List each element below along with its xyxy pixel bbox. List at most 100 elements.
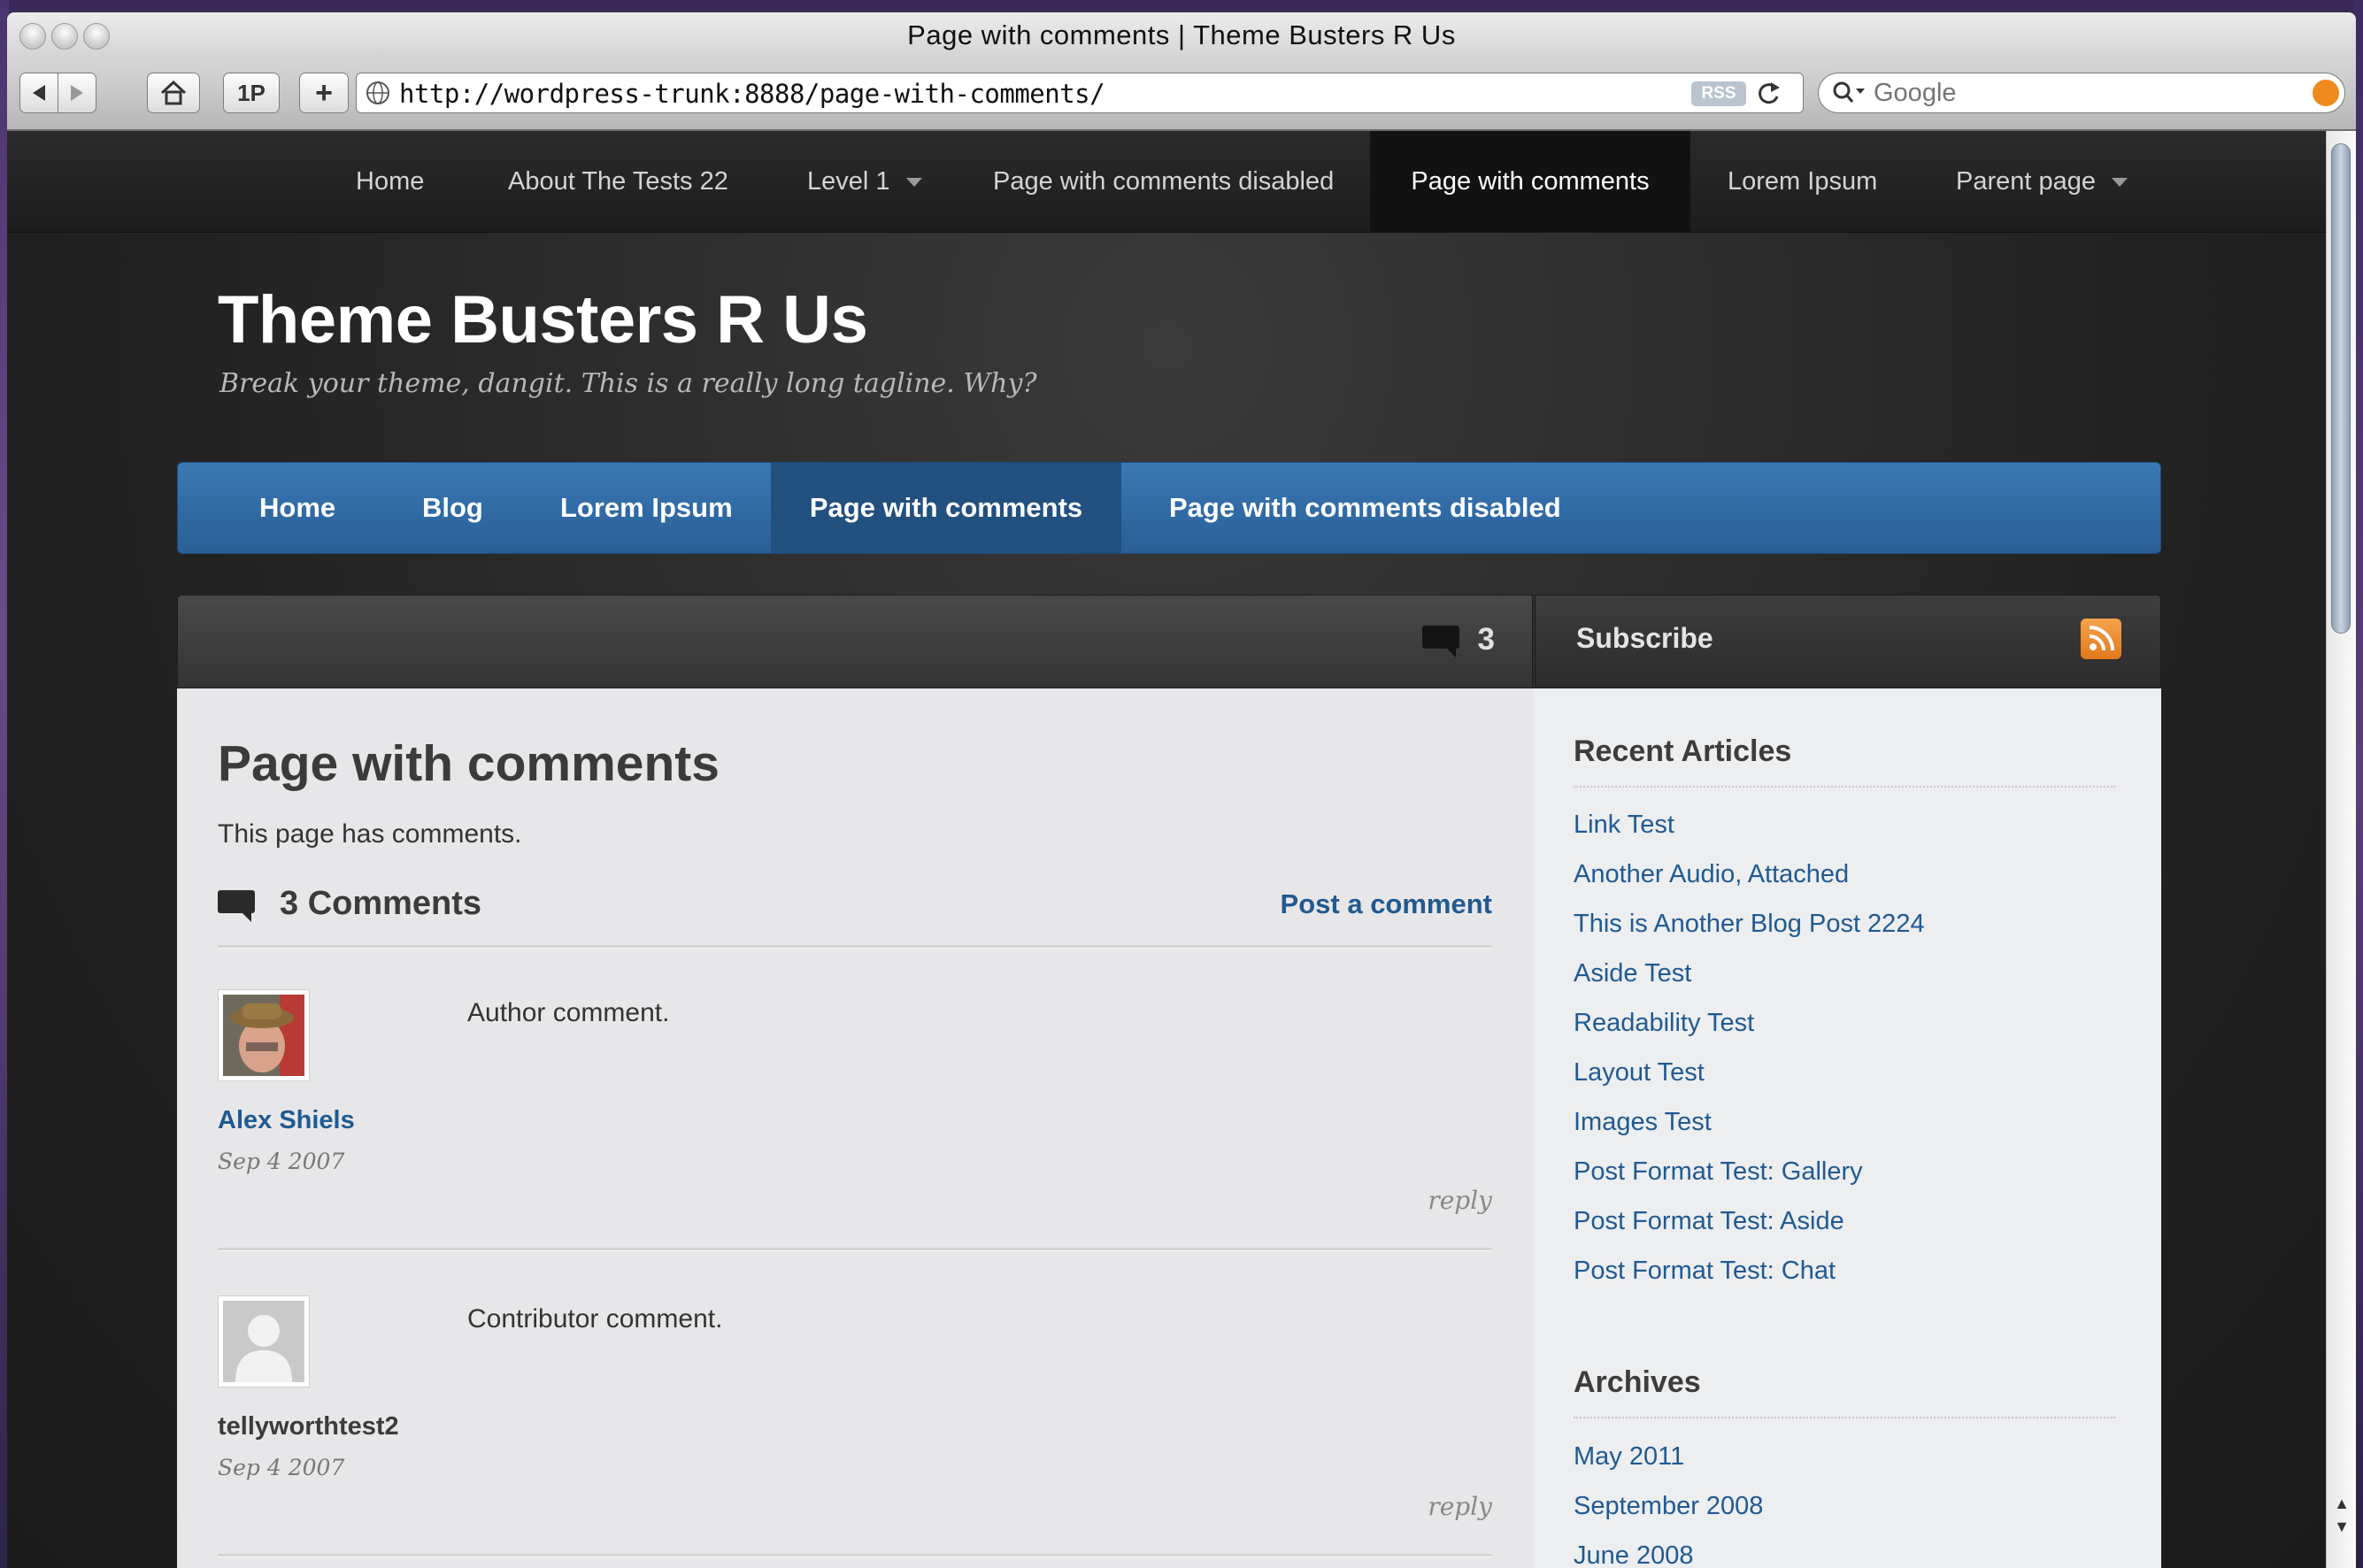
divider: [218, 945, 1492, 949]
archive-link[interactable]: May 2011: [1574, 1432, 1763, 1481]
browser-toolbar: 1P + http://wordpress-trunk:8888/page-wi…: [7, 60, 2356, 131]
comments-title: 3 Comments: [280, 885, 482, 922]
site-tagline: Break your theme, dangit. This is a real…: [219, 368, 1037, 399]
recent-article-link[interactable]: Another Audio, Attached: [1574, 849, 1925, 899]
scroll-down-arrow-icon[interactable]: ▼: [2332, 1517, 2351, 1536]
recent-article-link[interactable]: Post Format Test: Gallery: [1574, 1147, 1925, 1196]
web-page: Home About The Tests 22 Level 1 Page wit…: [7, 131, 2326, 1568]
recent-articles-title: Recent Articles: [1574, 734, 1792, 768]
forward-arrow-icon: [71, 85, 83, 101]
topnav-item-page-with-comments[interactable]: Page with comments: [1370, 131, 1690, 232]
title-bar: Page with comments | Theme Busters R Us: [7, 12, 2356, 60]
avatar[interactable]: [218, 1295, 310, 1387]
recent-article-link[interactable]: Layout Test: [1574, 1048, 1925, 1097]
topnav-label: About The Tests 22: [508, 167, 728, 196]
comments-heading: 3 Comments Post a comment: [218, 883, 1492, 927]
main-content: Page with comments This page has comment…: [177, 688, 1533, 1568]
chevron-down-icon: [2112, 178, 2128, 188]
chevron-down-icon: [905, 178, 922, 188]
comment-body: Author comment.: [467, 998, 670, 1027]
topnav-label: Page with comments: [1411, 167, 1650, 196]
archive-link[interactable]: June 2008: [1574, 1531, 1763, 1568]
url-text[interactable]: http://wordpress-trunk:8888/page-with-co…: [399, 79, 1105, 109]
post-comment-link[interactable]: Post a comment: [1281, 888, 1492, 920]
comment-body: Contributor comment.: [467, 1304, 723, 1334]
mainnav-item-page-with-comments-disabled[interactable]: Page with comments disabled: [1169, 463, 1561, 553]
window-title: Page with comments | Theme Busters R Us: [907, 19, 1456, 50]
vertical-scrollbar[interactable]: ▲ ▼: [2326, 131, 2356, 1568]
divider: [218, 1248, 1492, 1251]
search-snapback-icon[interactable]: [2313, 80, 2339, 106]
comment-bubble-icon[interactable]: [1422, 626, 1459, 657]
home-button[interactable]: [147, 73, 200, 113]
topnav-label: Home: [356, 167, 425, 196]
archives-title: Archives: [1574, 1365, 1701, 1399]
comment-author[interactable]: tellyworthtest2: [218, 1412, 399, 1441]
default-avatar-icon: [223, 1301, 304, 1382]
topnav-item-page-with-comments-disabled[interactable]: Page with comments disabled: [993, 131, 1334, 232]
site-title[interactable]: Theme Busters R Us: [218, 281, 868, 358]
page-body-text: This page has comments.: [218, 819, 522, 849]
home-icon: [160, 80, 187, 105]
recent-article-link[interactable]: This is Another Blog Post 2224: [1574, 899, 1925, 949]
search-field[interactable]: [1818, 73, 2345, 113]
topnav-item-level-1[interactable]: Level 1: [807, 131, 922, 232]
browser-window: Page with comments | Theme Busters R Us …: [7, 12, 2356, 1568]
sidebar-header-bar: Subscribe: [1535, 595, 2161, 688]
recent-article-link[interactable]: Link Test: [1574, 800, 1925, 849]
topnav-label: Parent page: [1956, 167, 2097, 196]
add-bookmark-button[interactable]: +: [299, 73, 349, 113]
forward-button[interactable]: [58, 73, 96, 113]
mainnav-item-page-with-comments[interactable]: Page with comments: [771, 463, 1121, 553]
recent-article-link[interactable]: Readability Test: [1574, 998, 1925, 1048]
avatar-photo-icon: [223, 995, 304, 1076]
comment-date: Sep 4 2007: [218, 1455, 345, 1480]
reply-link[interactable]: reply: [1428, 1186, 1492, 1215]
recent-article-link[interactable]: Post Format Test: Aside: [1574, 1196, 1925, 1246]
rss-badge[interactable]: RSS: [1691, 81, 1746, 106]
recent-article-link[interactable]: Images Test: [1574, 1097, 1925, 1147]
reload-icon[interactable]: [1753, 79, 1783, 109]
archive-link[interactable]: September 2008: [1574, 1481, 1763, 1531]
topnav-item-home[interactable]: Home: [356, 131, 424, 232]
divider: [218, 1554, 1492, 1557]
scroll-up-arrow-icon[interactable]: ▲: [2332, 1494, 2351, 1513]
widget-divider: [1574, 786, 2115, 788]
rss-glyph-icon: [2089, 626, 2114, 651]
topnav-label: Level 1: [807, 167, 890, 196]
mainnav-item-blog[interactable]: Blog: [422, 463, 524, 553]
archives-list: May 2011 September 2008 June 2008: [1574, 1432, 1763, 1568]
comment-author[interactable]: Alex Shiels: [218, 1106, 355, 1135]
address-bar[interactable]: http://wordpress-trunk:8888/page-with-co…: [356, 73, 1804, 113]
reply-link[interactable]: reply: [1428, 1492, 1492, 1521]
recent-article-link[interactable]: Post Format Test: Chat: [1574, 1246, 1925, 1295]
scrollbar-thumb[interactable]: [2331, 143, 2351, 634]
topnav-item-lorem-ipsum[interactable]: Lorem Ipsum: [1728, 131, 1877, 232]
globe-icon: [366, 81, 389, 104]
sidebar: Recent Articles Link Test Another Audio,…: [1533, 688, 2161, 1568]
search-input[interactable]: [1874, 79, 2281, 108]
topnav-item-parent-page[interactable]: Parent page: [1956, 131, 2128, 232]
page-title: Page with comments: [218, 735, 720, 792]
mainnav-item-lorem-ipsum[interactable]: Lorem Ipsum: [560, 463, 774, 553]
comments-bubble-icon: [218, 890, 255, 922]
topnav-item-about-the-tests[interactable]: About The Tests 22: [508, 131, 728, 232]
back-button[interactable]: [19, 73, 58, 113]
comment-count[interactable]: 3: [1478, 622, 1495, 657]
comment-date: Sep 4 2007: [218, 1149, 345, 1174]
avatar[interactable]: [218, 989, 310, 1081]
recent-article-link[interactable]: Aside Test: [1574, 949, 1925, 998]
recent-articles-list: Link Test Another Audio, Attached This i…: [1574, 800, 1925, 1295]
back-arrow-icon: [33, 85, 45, 101]
topnav-label: Page with comments disabled: [993, 167, 1335, 196]
topnav-label: Lorem Ipsum: [1728, 167, 1878, 196]
mainnav-item-home[interactable]: Home: [178, 463, 376, 553]
comment-item: Alex Shiels Sep 4 2007 Author comment. r…: [218, 989, 1492, 1215]
main-navigation: Home Blog Lorem Ipsum Page with comments…: [177, 462, 2161, 554]
widget-divider: [1574, 1417, 2115, 1418]
rss-feed-icon[interactable]: [2081, 619, 2121, 659]
content-header-bar: 3: [177, 595, 1533, 688]
onepassword-button[interactable]: 1P: [223, 73, 280, 113]
subscribe-label: Subscribe: [1576, 622, 1713, 654]
top-navigation: Home About The Tests 22 Level 1 Page wit…: [7, 131, 2326, 233]
